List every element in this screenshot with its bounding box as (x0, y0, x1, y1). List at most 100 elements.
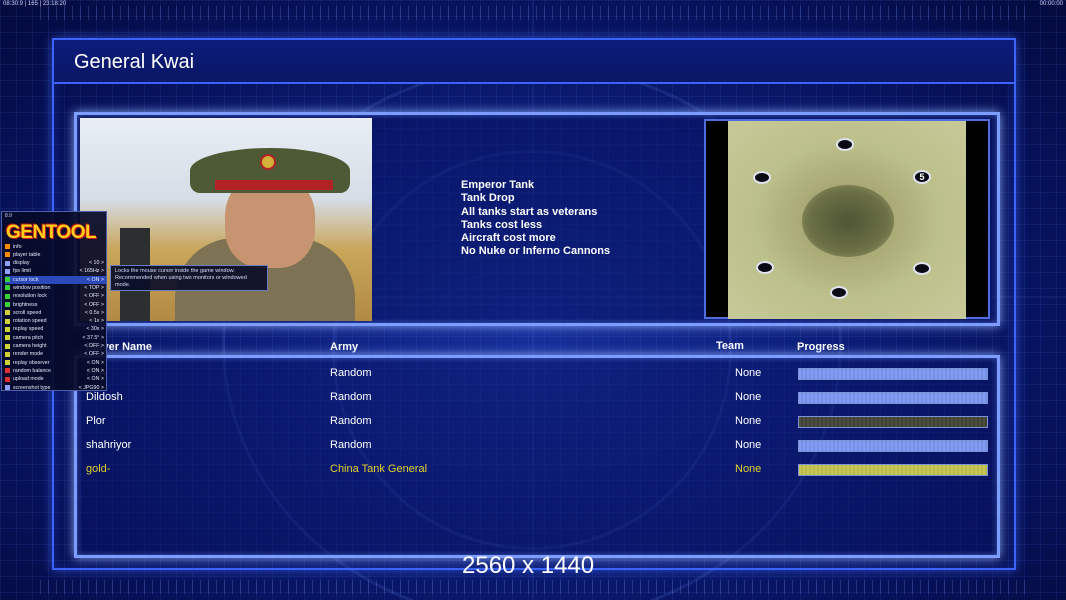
player-army: Random (330, 391, 372, 403)
gentool-menu-item[interactable]: scroll speed < 0.5x > (5, 309, 106, 317)
gentool-item-value: < ON > (86, 367, 104, 374)
trait-item: Tanks cost less (461, 218, 543, 231)
player-team: None (735, 415, 762, 427)
gentool-menu-item[interactable]: camera height < OFF > (5, 343, 106, 351)
gentool-item-value: < 1x > (89, 318, 104, 325)
gentool-item-icon (5, 302, 10, 308)
trait-item: No Nuke or Inferno Cannons (461, 245, 611, 258)
gentool-item-icon (5, 268, 10, 274)
gentool-menu-item[interactable]: camera pitch < 37.5° > (5, 334, 106, 342)
gentool-menu-item[interactable]: window position < TOP > (5, 284, 106, 292)
player-progress-fill (799, 369, 987, 379)
gentool-item-icon (5, 335, 10, 341)
gentool-item-label: upload mode (13, 376, 44, 383)
trait-item: Aircraft cost more (461, 232, 556, 245)
general-name: General Kwai (74, 51, 195, 73)
gentool-menu-item[interactable]: replay speed < 30x > (5, 326, 106, 334)
player-progress-bar (798, 416, 988, 428)
gentool-item-icon (5, 293, 10, 299)
gentool-item-icon (5, 360, 10, 366)
player-team: None (735, 391, 762, 403)
gentool-item-icon (5, 368, 10, 374)
player-name: shahriyor (86, 439, 132, 451)
gentool-item-icon (5, 277, 10, 283)
gentool-item-label: info (13, 243, 22, 250)
player-army: China Tank General (330, 463, 428, 475)
gentool-item-label: display (13, 260, 30, 267)
player-team: None (735, 463, 762, 475)
bottom-ruler (40, 580, 1026, 594)
gentool-menu-item[interactable]: upload mode < ON > (5, 376, 106, 384)
start-position (830, 286, 848, 299)
trait-item: Emperor Tank (461, 179, 535, 191)
map-preview: 5 (728, 121, 966, 319)
resolution-label: 2560 x 1440 (462, 552, 595, 579)
gentool-menu-item[interactable]: brightness < OFF > (5, 301, 106, 309)
gentool-menu-item[interactable]: cursor lock < ON > (5, 276, 106, 285)
gentool-menu-item[interactable]: info (5, 243, 106, 251)
gentool-item-value: < 10 > (88, 260, 104, 267)
gentool-version: 8.9 (5, 213, 12, 219)
gentool-item-label: screenshot type (13, 384, 51, 391)
status-bar-left: 08:30:9 | 165 | 23:18:20 (3, 1, 67, 7)
gentool-menu-item[interactable]: screenshot type < JPG90 > (5, 384, 106, 392)
gentool-item-value: < JPG90 > (78, 384, 104, 391)
gentool-item-label: camera pitch (13, 334, 44, 341)
gentool-menu-item[interactable]: fps limit < 165Hz > (5, 268, 106, 276)
trait-item: All tanks start as veterans (461, 205, 598, 218)
gentool-item-label: brightness (13, 301, 38, 308)
portrait-cap-band (215, 180, 333, 190)
status-bar-right: 00:00:00 (1039, 1, 1063, 7)
gentool-menu-item[interactable]: random balance < ON > (5, 367, 106, 375)
gentool-item-value: < OFF > (84, 343, 104, 350)
gentool-menu: info player table display < 10 > fps limit < … (5, 243, 106, 392)
gentool-item-label: replay speed (13, 326, 44, 333)
gentool-item-value: < ON > (86, 376, 104, 383)
general-traits-list: Emperor Tank Tank Drop All tanks start a… (461, 179, 610, 259)
gentool-item-value: < 165Hz > (79, 268, 104, 275)
gentool-menu-item[interactable]: display < 10 > (5, 260, 106, 268)
gentool-item-label: scroll speed (13, 309, 42, 316)
gentool-item-label: random balance (13, 367, 51, 374)
gentool-item-label: cursor lock (13, 276, 39, 283)
gentool-menu-item[interactable]: player table (5, 251, 106, 259)
player-army: Random (330, 415, 372, 427)
column-header-progress: Progress (797, 341, 845, 353)
gentool-menu-item[interactable]: render mode < OFF > (5, 351, 106, 359)
portrait-cap-badge (260, 154, 276, 170)
gentool-item-value: < 30x > (86, 326, 104, 333)
status-bar: 08:30:9 | 165 | 23:18:20 00:00:00 (0, 0, 1066, 10)
title-bar (54, 40, 1014, 84)
start-position (836, 138, 854, 151)
trait-item: Tank Drop (461, 192, 515, 205)
gentool-item-label: rotation speed (13, 318, 47, 325)
gentool-item-icon (5, 310, 10, 316)
gentool-item-label: camera height (13, 343, 47, 350)
gentool-item-icon (5, 343, 10, 349)
map-center-crater (802, 185, 894, 257)
player-name: Dildosh (86, 391, 123, 403)
table-row: shahriyor Random None (0, 433, 1066, 457)
gentool-menu-item[interactable]: resolution lock < OFF > (5, 293, 106, 301)
player-progress-bar (798, 440, 988, 452)
gentool-item-icon (5, 351, 10, 357)
gentool-item-label: replay observer (13, 359, 50, 366)
gentool-item-label: window position (13, 284, 51, 291)
start-position (756, 261, 774, 274)
player-army: Random (330, 367, 372, 379)
gentool-item-value: < TOP > (84, 284, 104, 291)
player-progress-bar (798, 392, 988, 404)
gentool-item-label: render mode (13, 351, 44, 358)
gentool-item-value: < OFF > (84, 351, 104, 358)
player-progress-fill (799, 441, 987, 451)
gentool-item-value: < OFF > (84, 301, 104, 308)
gentool-menu-item[interactable]: replay observer < ON > (5, 359, 106, 367)
player-team: None (735, 367, 762, 379)
player-name: Plor (86, 415, 106, 427)
gentool-item-icon (5, 260, 10, 266)
gentool-item-icon (5, 318, 10, 324)
column-header-army: Army (330, 341, 359, 353)
player-team: None (735, 439, 762, 451)
gentool-menu-item[interactable]: rotation speed < 1x > (5, 318, 106, 326)
table-row: Plor Random None (0, 409, 1066, 433)
